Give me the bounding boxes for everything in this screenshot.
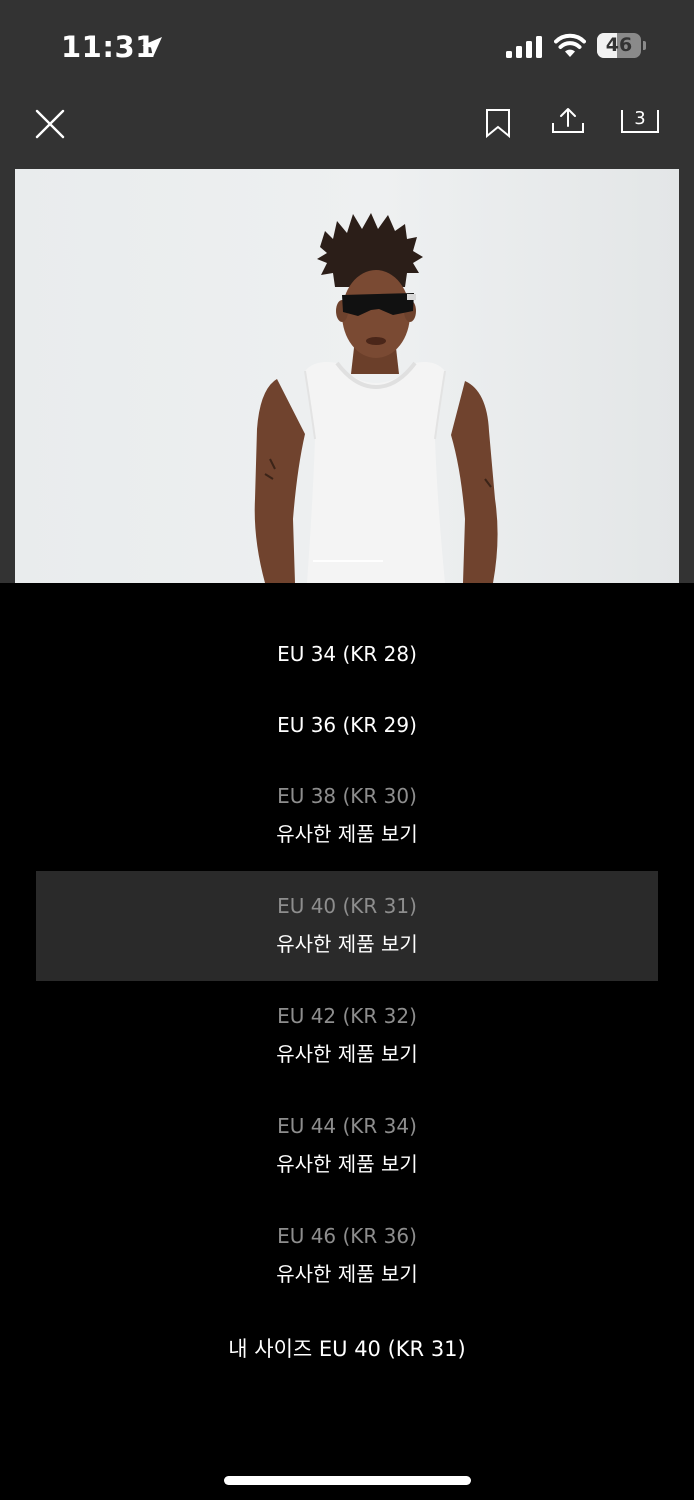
- size-option-eu42[interactable]: EU 42 (KR 32) 유사한 제품 보기: [36, 981, 658, 1091]
- cart-count-button[interactable]: 3: [620, 108, 660, 134]
- view-similar-link[interactable]: 유사한 제품 보기: [36, 931, 658, 957]
- model-illustration: [254, 213, 498, 583]
- size-option-eu36[interactable]: EU 36 (KR 29): [36, 694, 658, 756]
- size-option-eu34[interactable]: EU 34 (KR 28): [36, 623, 658, 685]
- size-option-eu46[interactable]: EU 46 (KR 36) 유사한 제품 보기: [36, 1201, 658, 1311]
- top-area: 11:31 46 3: [0, 0, 694, 583]
- size-label: EU 42 (KR 32): [277, 1004, 417, 1028]
- battery-body: 46: [597, 33, 641, 58]
- size-option-eu38[interactable]: EU 38 (KR 30) 유사한 제품 보기: [36, 761, 658, 871]
- size-label: EU 38 (KR 30): [277, 784, 417, 808]
- battery-level: 46: [605, 34, 633, 56]
- size-label: EU 34 (KR 28): [277, 642, 417, 666]
- size-option-eu44[interactable]: EU 44 (KR 34) 유사한 제품 보기: [36, 1091, 658, 1201]
- gallery-indicator: [313, 560, 383, 562]
- size-label: EU 36 (KR 29): [277, 713, 417, 737]
- location-arrow-icon: [142, 37, 162, 57]
- home-indicator[interactable]: [224, 1476, 471, 1485]
- battery-cap: [643, 41, 646, 50]
- my-size-label: 내 사이즈 EU 40 (KR 31): [228, 1337, 466, 1361]
- size-label: EU 46 (KR 36): [277, 1224, 417, 1248]
- cart-count: 3: [634, 108, 646, 129]
- size-label: EU 40 (KR 31): [277, 894, 417, 918]
- close-icon[interactable]: [34, 108, 66, 140]
- product-image[interactable]: [15, 169, 679, 583]
- view-similar-link[interactable]: 유사한 제품 보기: [36, 1151, 658, 1177]
- view-similar-link[interactable]: 유사한 제품 보기: [36, 1261, 658, 1287]
- view-similar-link[interactable]: 유사한 제품 보기: [36, 1041, 658, 1067]
- share-icon[interactable]: [551, 106, 585, 136]
- bookmark-icon[interactable]: [484, 108, 512, 138]
- battery-icon: 46: [597, 33, 646, 58]
- size-option-eu40[interactable]: EU 40 (KR 31) 유사한 제품 보기: [36, 871, 658, 981]
- size-label: EU 44 (KR 34): [277, 1114, 417, 1138]
- wifi-icon: [554, 33, 586, 57]
- signal-bars-icon: [506, 36, 542, 58]
- view-similar-link[interactable]: 유사한 제품 보기: [36, 821, 658, 847]
